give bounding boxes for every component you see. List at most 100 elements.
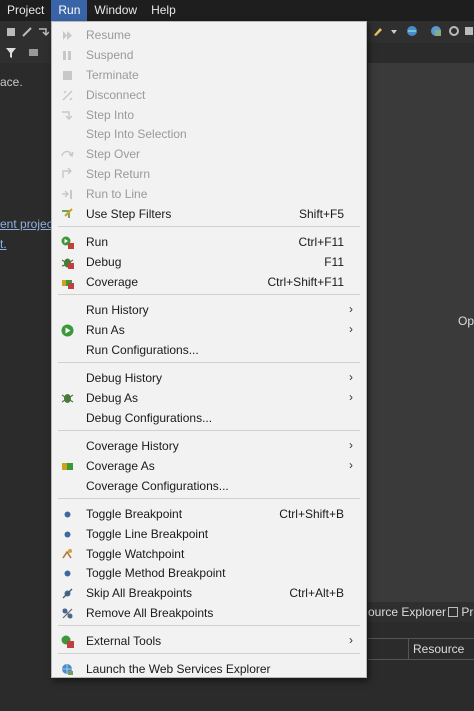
- tab-pre[interactable]: Pre: [448, 605, 474, 619]
- external-tools-icon: [61, 635, 74, 648]
- step-into-icon: [62, 111, 73, 120]
- resume-icon: [63, 31, 72, 40]
- run-to-line-icon: [62, 190, 72, 199]
- menu-item-resume: Resume: [52, 25, 366, 45]
- settings-toolbar-icon[interactable]: [448, 25, 460, 37]
- menu-item-run-as[interactable]: Run As ›: [52, 320, 366, 340]
- menu-help[interactable]: Help: [144, 0, 183, 21]
- web-services-toolbar-icon[interactable]: [430, 25, 442, 37]
- menu-window[interactable]: Window: [87, 0, 144, 21]
- menu-item-debug-history[interactable]: Debug History ›: [52, 368, 366, 388]
- menu-item-label: Step Return: [86, 167, 151, 181]
- menu-item-suspend: Suspend: [52, 45, 366, 65]
- globe-icon[interactable]: [406, 25, 418, 37]
- collapse-icon[interactable]: [28, 47, 40, 59]
- menu-item-run-configurations[interactable]: Run Configurations...: [52, 340, 366, 360]
- menu-item-label: External Tools: [86, 634, 162, 648]
- submenu-arrow-icon: ›: [349, 390, 353, 404]
- menu-item-toggle-watchpoint[interactable]: Toggle Watchpoint: [52, 544, 366, 564]
- menu-item-coverage-history[interactable]: Coverage History ›: [52, 436, 366, 456]
- step-over-icon: [61, 150, 74, 158]
- menu-item-shortcut: F11: [324, 255, 344, 269]
- create-project-link[interactable]: ent project: [0, 217, 56, 231]
- menu-item-skip-all-breakpoints[interactable]: Skip All Breakpoints Ctrl+Alt+B: [52, 583, 366, 603]
- tab-resource-explorer[interactable]: ource Explorer: [368, 605, 446, 619]
- disconnect-icon: [62, 90, 73, 101]
- menu-item-coverage-as[interactable]: Coverage As ›: [52, 456, 366, 476]
- menu-item-step-into: Step Into: [52, 105, 366, 125]
- menu-item-step-return: Step Return: [52, 164, 366, 184]
- remove-breakpoints-icon: [62, 608, 73, 619]
- import-project-link[interactable]: t.: [0, 237, 7, 251]
- menu-separator: [58, 362, 360, 363]
- menu-separator: [58, 430, 360, 431]
- submenu-arrow-icon: ›: [349, 302, 353, 316]
- menu-item-coverage[interactable]: Coverage Ctrl+Shift+F11: [52, 272, 366, 292]
- menu-item-label: Run As: [86, 323, 125, 337]
- menu-item-label: Step Over: [86, 147, 141, 161]
- run-icon: [61, 236, 74, 249]
- step-return-icon: [62, 168, 72, 178]
- table-column-resource[interactable]: Resource: [408, 639, 474, 660]
- menu-item-step-over: Step Over: [52, 144, 366, 164]
- menu-item-label: Coverage As: [86, 459, 155, 473]
- menu-run[interactable]: Run: [51, 0, 88, 21]
- menu-item-step-into-selection: Step Into Selection: [52, 124, 366, 144]
- menu-item-remove-all-breakpoints[interactable]: Remove All Breakpoints: [52, 603, 366, 623]
- brush-icon[interactable]: [372, 25, 384, 37]
- table-column-empty[interactable]: [368, 639, 408, 660]
- debug-icon: [61, 258, 74, 269]
- overflow-icon[interactable]: [463, 25, 474, 37]
- disconnect-toolbar-icon[interactable]: [21, 26, 33, 38]
- menu-item-label: Disconnect: [86, 88, 146, 102]
- menu-item-label: Remove All Breakpoints: [86, 606, 214, 620]
- menu-item-label: Launch the Web Services Explorer: [86, 662, 271, 676]
- menu-item-label: Skip All Breakpoints: [86, 586, 193, 600]
- menu-item-toggle-breakpoint[interactable]: Toggle Breakpoint Ctrl+Shift+B: [52, 504, 366, 524]
- menu-item-label: Toggle Line Breakpoint: [86, 527, 209, 541]
- menu-item-shortcut: Ctrl+F11: [298, 235, 344, 249]
- menu-item-debug-as[interactable]: Debug As ›: [52, 388, 366, 408]
- menu-item-label: Coverage: [86, 275, 139, 289]
- stop-icon[interactable]: [5, 26, 17, 38]
- menu-item-debug-configurations[interactable]: Debug Configurations...: [52, 408, 366, 428]
- menu-item-label: Toggle Method Breakpoint: [86, 566, 226, 580]
- resource-table: Resource: [368, 638, 474, 711]
- menu-item-label: Debug History: [86, 371, 163, 385]
- menu-item-launch-the-web-services-explorer[interactable]: Launch the Web Services Explorer: [52, 659, 366, 679]
- method-breakpoint-icon: [64, 570, 71, 577]
- run-as-icon: [61, 324, 74, 337]
- step-filters-icon: [62, 208, 73, 218]
- menu-item-label: Coverage Configurations...: [86, 479, 229, 493]
- web-services-icon: [62, 664, 73, 675]
- menu-item-label: Toggle Watchpoint: [86, 547, 185, 561]
- submenu-arrow-icon: ›: [349, 370, 353, 384]
- filter-icon[interactable]: [5, 47, 17, 59]
- menu-item-label: Debug: [86, 255, 122, 269]
- bottom-tabs: ource Explorer Pre: [368, 602, 474, 622]
- menu-item-coverage-configurations[interactable]: Coverage Configurations...: [52, 476, 366, 496]
- menu-project[interactable]: Project: [0, 0, 51, 21]
- menu-item-label: Terminate: [86, 68, 139, 82]
- menu-item-toggle-method-breakpoint[interactable]: Toggle Method Breakpoint: [52, 563, 366, 583]
- menu-item-use-step-filters[interactable]: Use Step Filters Shift+F5: [52, 204, 366, 224]
- submenu-arrow-icon: ›: [349, 322, 353, 336]
- menu-item-label: Run: [86, 235, 109, 249]
- menu-item-debug[interactable]: Debug F11: [52, 252, 366, 272]
- menu-item-label: Resume: [86, 28, 131, 42]
- menu-item-shortcut: Ctrl+Shift+F11: [267, 275, 344, 289]
- chevron-down-icon[interactable]: [390, 26, 398, 38]
- menu-item-shortcut: Shift+F5: [298, 207, 344, 221]
- tab-pre-label: Pre: [461, 605, 474, 619]
- editor-text: Op: [458, 314, 474, 328]
- menu-separator: [58, 226, 360, 227]
- menu-item-external-tools[interactable]: External Tools ›: [52, 631, 366, 651]
- menu-item-label: Coverage History: [86, 439, 179, 453]
- terminate-icon: [63, 71, 72, 80]
- menu-item-run[interactable]: Run Ctrl+F11: [52, 232, 366, 252]
- menu-item-toggle-line-breakpoint[interactable]: Toggle Line Breakpoint: [52, 524, 366, 544]
- menu-item-run-history[interactable]: Run History ›: [52, 300, 366, 320]
- coverage-as-icon: [62, 463, 73, 470]
- step-toolbar-icon[interactable]: [37, 26, 49, 38]
- menu-item-shortcut: Ctrl+Alt+B: [289, 586, 344, 600]
